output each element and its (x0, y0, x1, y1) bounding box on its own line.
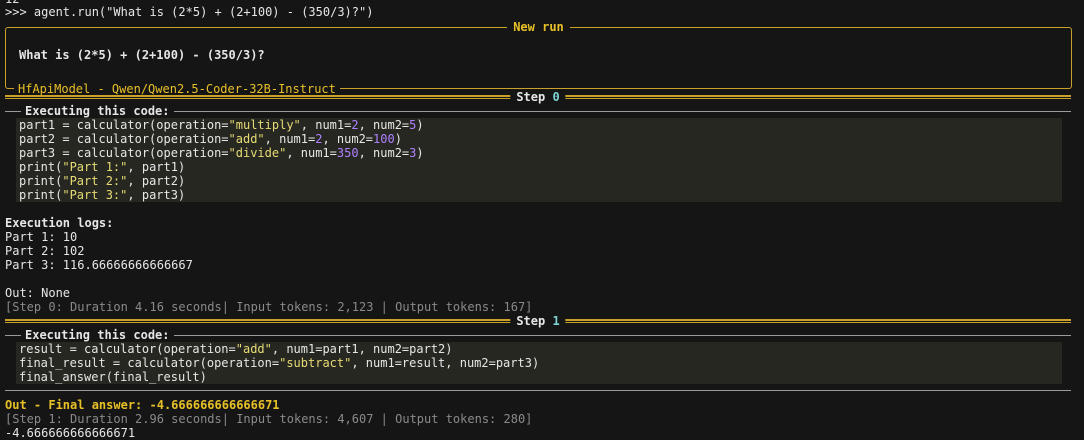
final-answer: Out - Final answer: -4.666666666666671 (5, 398, 280, 412)
step-0-rule: Step 0 (5, 90, 1071, 104)
prompt-line: >>> agent.run("What is (2*5) + (2+100) -… (5, 5, 374, 19)
log-line: Part 3: 116.66666666666667 (5, 258, 193, 272)
step-label: Step (516, 314, 546, 328)
step-number: 1 (552, 314, 560, 328)
code-line: part1 = calculator(operation="multiply",… (19, 118, 424, 132)
step-summary: [Step 1: Duration 2.96 seconds| Input to… (5, 412, 533, 426)
code-block: part1 = calculator(operation="multiply",… (16, 118, 1062, 202)
code-line: final_answer(final_result) (19, 370, 207, 384)
code-line: print("Part 3:", part3) (19, 188, 186, 202)
exec-title: Executing this code: (21, 104, 174, 118)
exec-title: Executing this code: (21, 328, 174, 342)
code-line: final_result = calculator(operation="sub… (19, 356, 540, 370)
exec-header: Executing this code: (5, 104, 1071, 118)
exec-header: Executing this code: (5, 328, 1071, 342)
log-line: Part 2: 102 (5, 244, 85, 258)
new-run-panel: New run What is (2*5) + (2+100) - (350/3… (5, 20, 1072, 96)
code-line: result = calculator(operation="add", num… (19, 342, 453, 356)
code-block: result = calculator(operation="add", num… (16, 342, 1062, 384)
divider (5, 390, 1071, 391)
step-1-rule: Step 1 (5, 314, 1071, 328)
log-line: Part 1: 10 (5, 230, 78, 244)
step-output: Out: None (5, 286, 71, 300)
return-value: -4.666666666666671 (5, 426, 136, 440)
step-summary: [Step 0: Duration 4.16 seconds| Input to… (5, 300, 533, 314)
step-label: Step (516, 90, 546, 104)
code-line: print("Part 2:", part2) (19, 174, 186, 188)
code-line: part3 = calculator(operation="divide", n… (19, 146, 424, 160)
code-line: print("Part 1:", part1) (19, 160, 186, 174)
new-run-title: New run (507, 20, 570, 34)
code-line: part2 = calculator(operation="add", num1… (19, 132, 402, 146)
logs-title: Execution logs: (5, 216, 114, 230)
step-number: 0 (552, 90, 560, 104)
run-task: What is (2*5) + (2+100) - (350/3)? (19, 48, 265, 62)
